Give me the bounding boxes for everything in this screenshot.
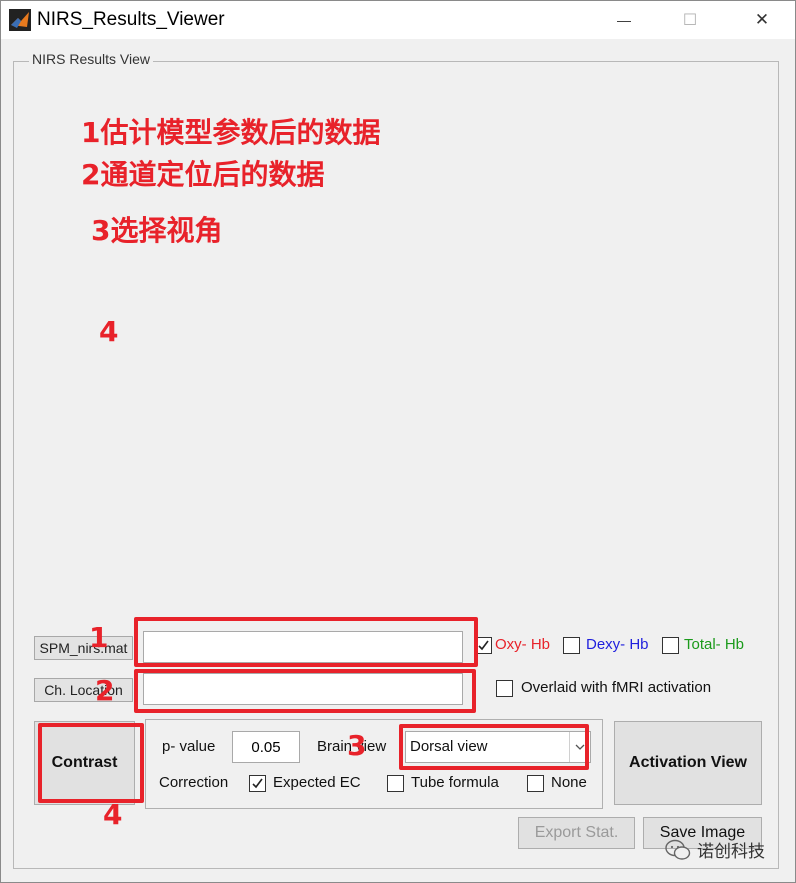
annotation-1: 1 [89,621,109,654]
tube-formula-checkbox[interactable] [387,775,404,792]
maximize-icon: ☐ [682,12,698,29]
highlight-box-3 [399,724,589,770]
spm-file-label: SPM_nirs.mat [34,636,133,660]
window-title: NIRS_Results_Viewer [37,9,225,30]
annotation-line-1: 1估计模型参数后的数据 [81,116,381,149]
overlay-fmri-checkbox[interactable] [496,680,513,697]
annotation-line-3: 3选择视角 [91,214,223,247]
tube-formula-label: Tube formula [411,774,499,791]
export-stat-button[interactable]: Export Stat. [518,817,635,849]
watermark: 诺创科技 [665,837,765,862]
correction-label: Correction [159,774,229,791]
annotation-4-top: 4 [99,315,119,348]
dexy-hb-checkbox[interactable] [563,637,580,654]
annotation-2: 2 [95,674,115,707]
none-label: None [551,774,587,791]
close-button[interactable]: ✕ [739,1,785,39]
annotation-3: 3 [347,729,367,762]
minimize-icon: — [617,12,631,28]
matlab-logo-icon [9,9,31,31]
panel-title: NIRS Results View [29,51,154,67]
annotation-line-2: 2通道定位后的数据 [81,158,325,191]
annotation-4-bottom: 4 [103,798,123,831]
title-bar: NIRS_Results_Viewer — ☐ ✕ [1,1,795,39]
dexy-hb-label: Dexy- Hb [586,636,649,653]
watermark-text: 诺创科技 [697,842,765,861]
overlay-fmri-label: Overlaid with fMRI activation [521,679,712,696]
p-value-input[interactable] [232,731,300,763]
highlight-box-2 [134,669,476,713]
expected-ec-label: Expected EC [273,774,361,791]
expected-ec-checkbox[interactable] [249,775,266,792]
checkmark-icon [478,640,489,651]
minimize-button[interactable]: — [601,1,647,39]
ch-location-label: Ch. Location [34,678,133,702]
highlight-box-1 [134,617,478,667]
activation-view-button[interactable]: Activation View [614,721,762,805]
total-hb-checkbox[interactable] [662,637,679,654]
none-checkbox[interactable] [527,775,544,792]
checkmark-icon [252,778,263,789]
close-icon: ✕ [754,10,770,29]
maximize-button[interactable]: ☐ [667,1,713,39]
total-hb-label: Total- Hb [684,636,745,653]
app-window: NIRS_Results_Viewer — ☐ ✕ NIRS Results V… [0,0,796,883]
wechat-icon [665,839,691,860]
highlight-box-4 [38,723,144,803]
oxy-hb-label: Oxy- Hb [495,636,551,653]
p-value-label: p- value [162,738,216,755]
